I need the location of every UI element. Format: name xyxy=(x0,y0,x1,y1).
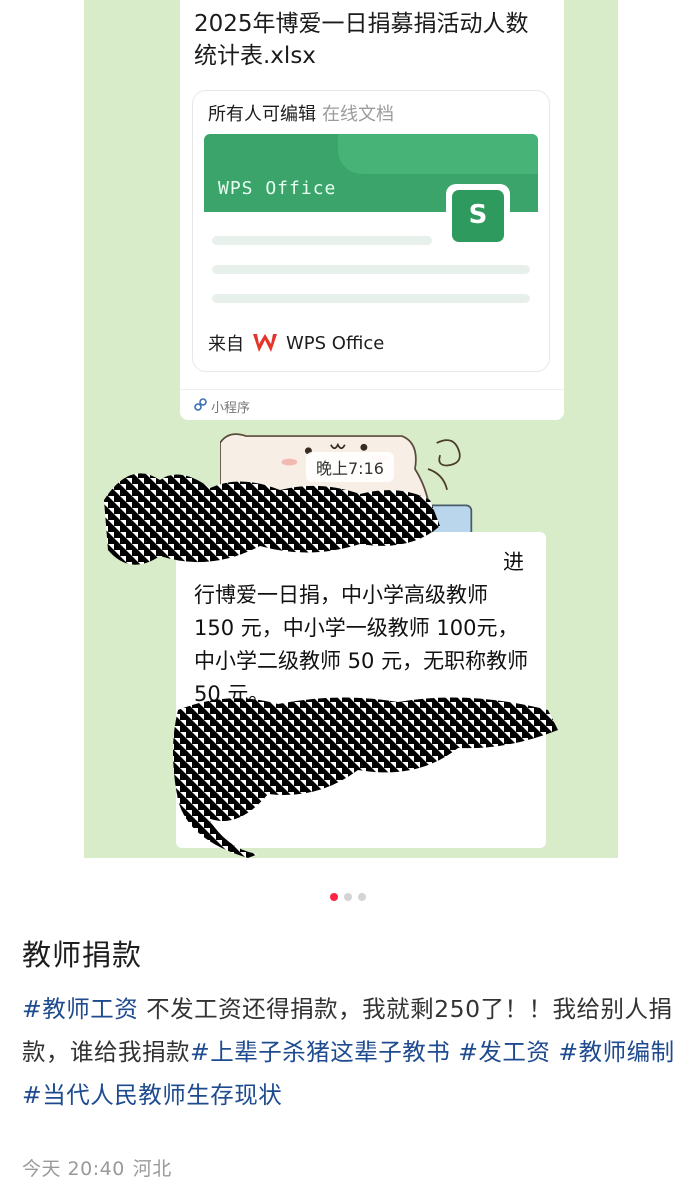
spreadsheet-icon: S xyxy=(452,190,504,242)
hashtag-link[interactable]: #发工资 xyxy=(458,1038,550,1066)
placeholder-line xyxy=(212,265,530,274)
post-meta: 今天 20:40 河北 xyxy=(22,1154,172,1181)
censor-scribble xyxy=(104,473,440,565)
link-icon xyxy=(194,398,207,415)
wps-banner-brand: WPS Office xyxy=(218,178,337,199)
post-body: #教师工资 不发工资还得捐款，我就剩250了！！我给别人捐款，谁给我捐款#上辈子… xyxy=(22,988,682,1117)
carousel-dot-1[interactable] xyxy=(330,893,338,901)
placeholder-line xyxy=(212,294,530,303)
post-location: 河北 xyxy=(132,1158,172,1180)
hashtag-link[interactable]: #上辈子杀猪这辈子教书 xyxy=(190,1038,450,1066)
censor-scribble xyxy=(173,697,558,858)
hashtag-link[interactable]: #教师工资 xyxy=(22,995,138,1023)
hashtag-link[interactable]: #教师编制 xyxy=(558,1038,674,1066)
message-body: 行博爱一日捐，中小学高级教师 150 元，中小学一级教师 100元，中小学二级教… xyxy=(194,583,529,706)
file-title: 2025年博爱一日捐募捐活动人数统计表.xlsx xyxy=(194,11,529,69)
post-title: 教师捐款 xyxy=(22,938,143,972)
mini-program-label: 小程序 xyxy=(194,397,250,416)
doc-permission: 所有人可编辑 在线文档 xyxy=(208,104,394,125)
placeholder-line xyxy=(212,236,432,245)
post-date: 今天 20:40 xyxy=(22,1158,125,1180)
doc-type: 在线文档 xyxy=(322,104,394,125)
carousel-indicator[interactable] xyxy=(330,893,366,901)
wps-logo-icon xyxy=(252,332,278,354)
carousel-dot-3[interactable] xyxy=(358,893,366,901)
carousel-dot-2[interactable] xyxy=(344,893,352,901)
hashtag-link[interactable]: #当代人民教师生存现状 xyxy=(22,1081,282,1109)
doc-source: 来自 WPS Office xyxy=(208,332,385,356)
